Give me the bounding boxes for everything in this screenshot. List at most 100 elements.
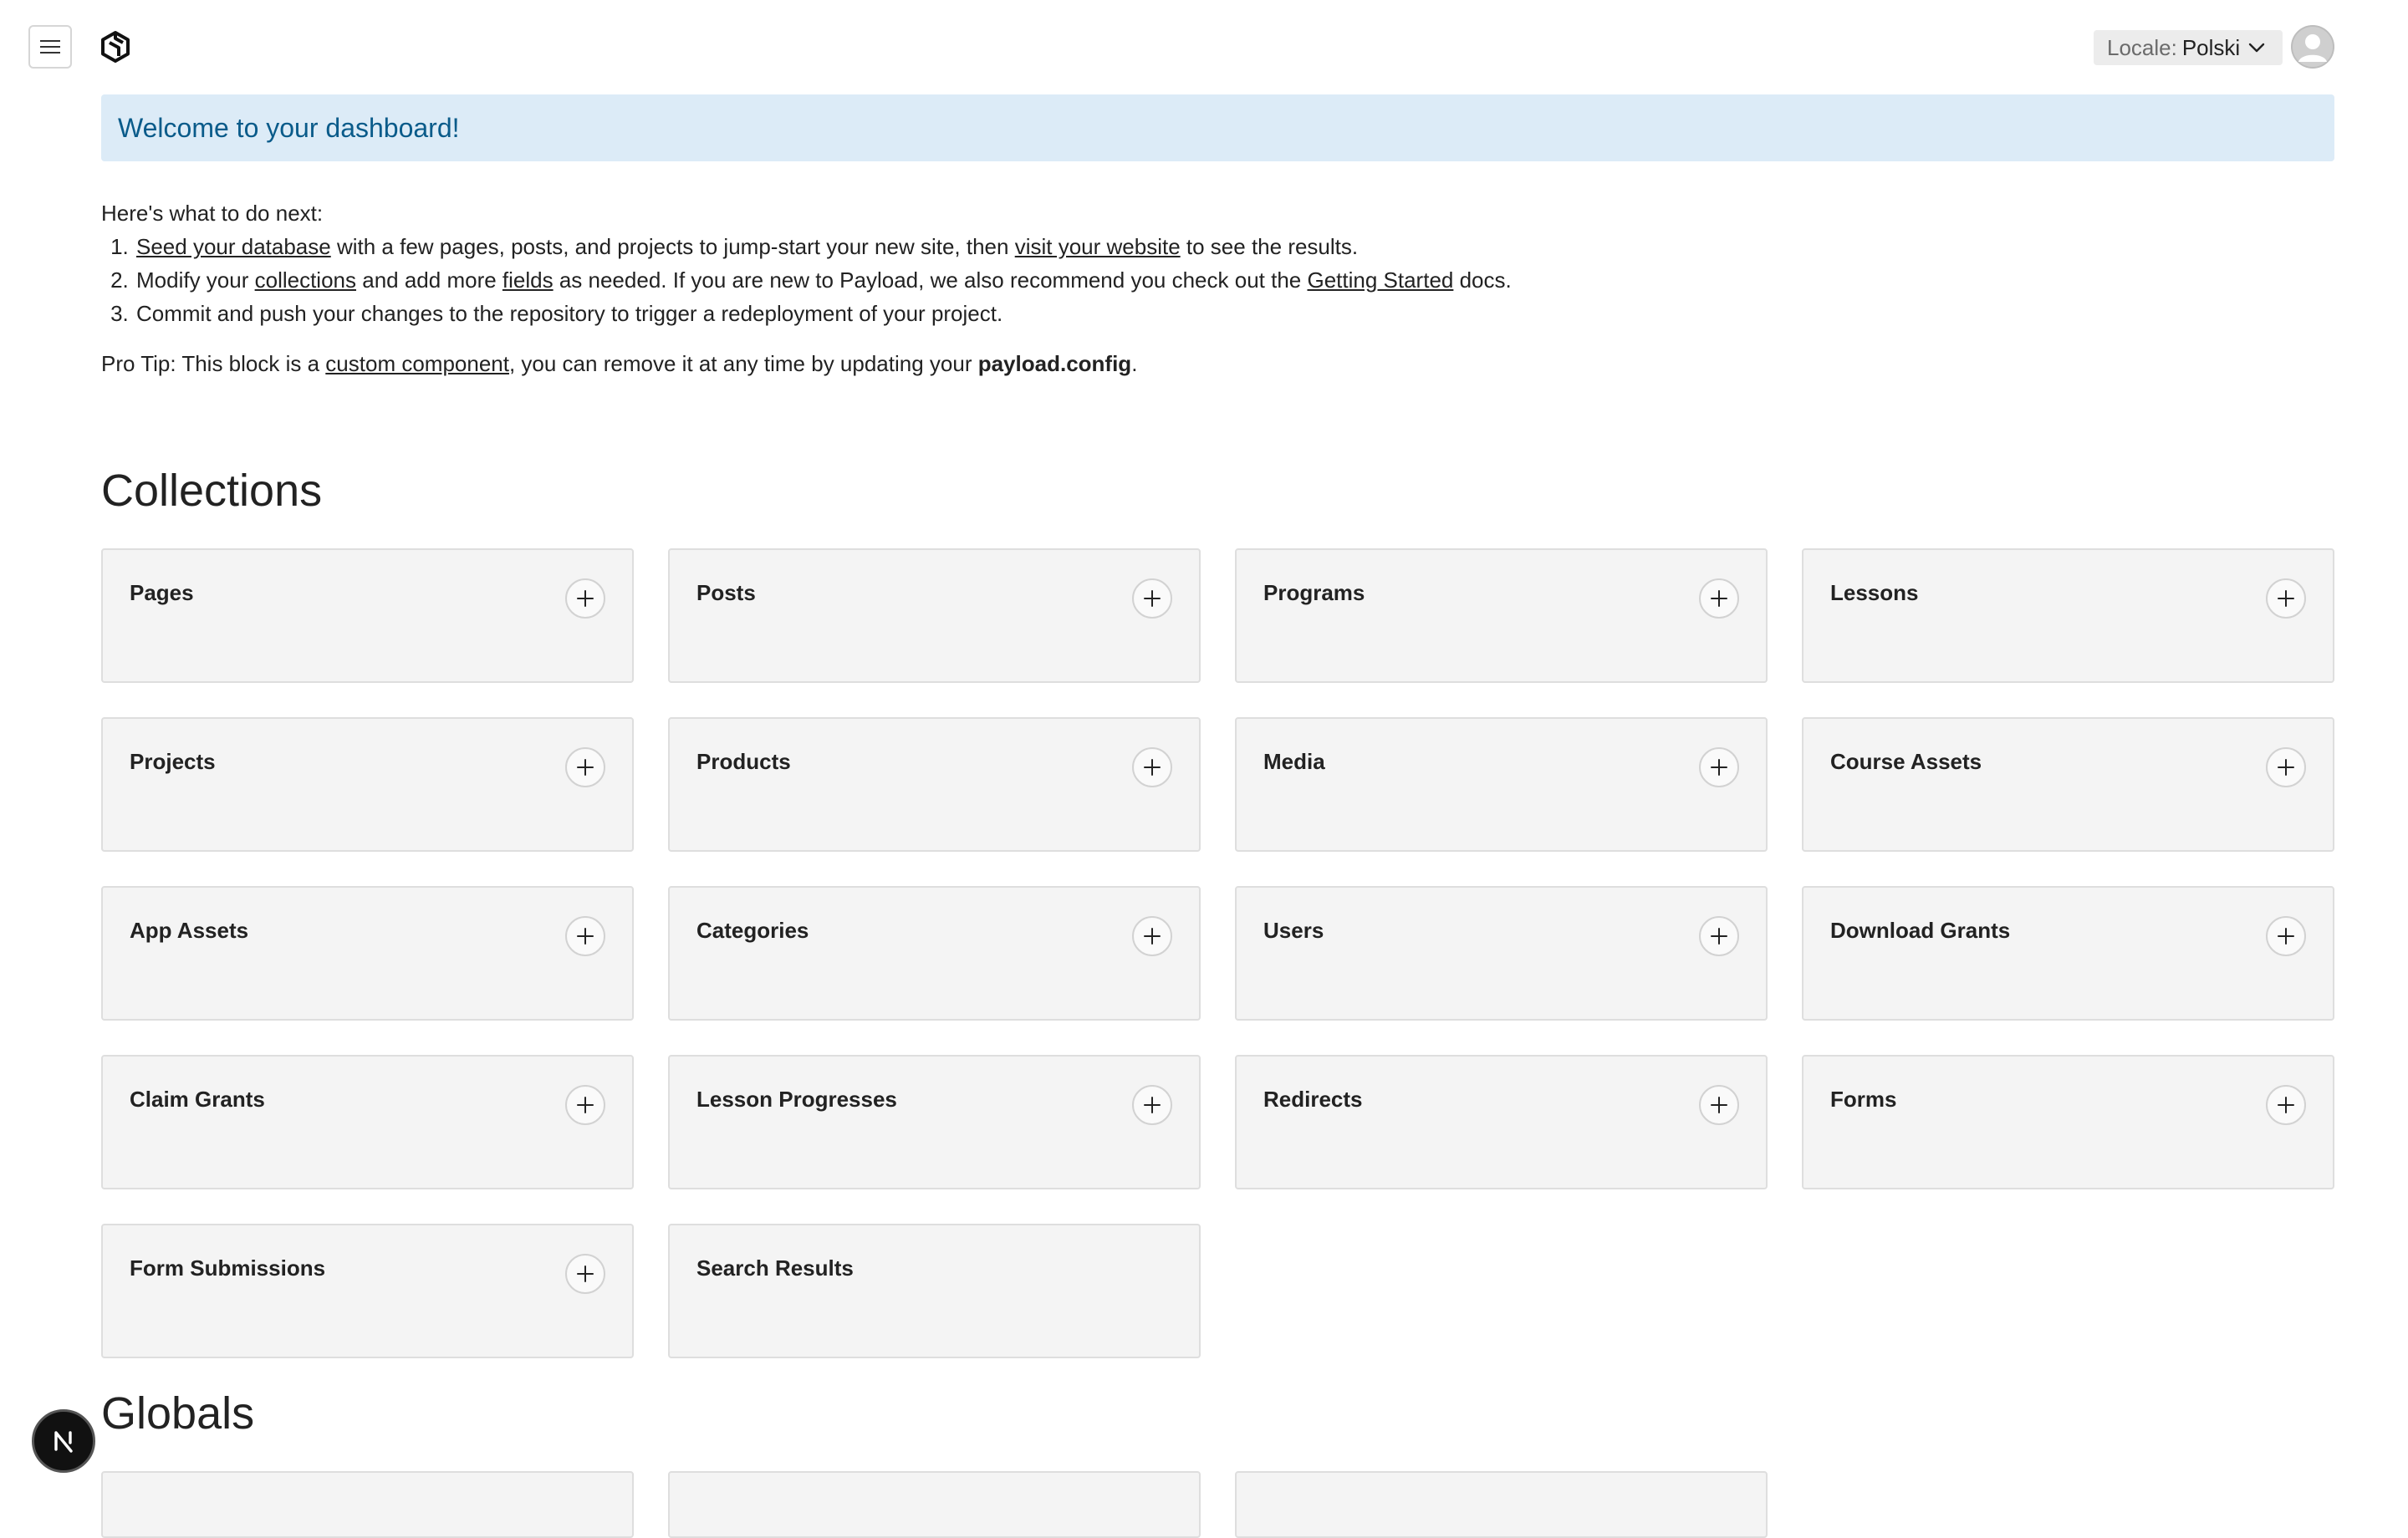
payload-logo-icon[interactable] (99, 30, 132, 64)
plus-icon (575, 926, 595, 946)
collection-card-title: Form Submissions (130, 1255, 326, 1281)
create-new-button[interactable] (1699, 1085, 1739, 1125)
globals-grid (101, 1471, 2334, 1538)
user-avatar[interactable] (2291, 25, 2334, 69)
plus-icon (575, 1095, 595, 1115)
instructions-steps: Seed your database with a few pages, pos… (101, 230, 2334, 330)
menu-toggle-button[interactable] (28, 25, 72, 69)
global-card[interactable] (101, 1471, 634, 1538)
collection-card-title: Programs (1263, 580, 1365, 605)
welcome-banner: Welcome to your dashboard! (101, 94, 2334, 161)
step1-text-2: to see the results. (1180, 234, 1359, 259)
instructions-intro: Here's what to do next: (101, 201, 324, 226)
collection-card-title: Course Assets (1830, 749, 1982, 774)
protip-text-1: Pro Tip: This block is a (101, 351, 326, 376)
collection-card[interactable]: Projects (101, 717, 634, 852)
plus-icon (575, 588, 595, 609)
collection-card-title: Projects (130, 749, 216, 774)
collection-card[interactable]: Categories (668, 886, 1201, 1021)
pro-tip: Pro Tip: This block is a custom componen… (101, 347, 2334, 380)
custom-component-link[interactable]: custom component (325, 351, 509, 376)
nextjs-dev-badge[interactable] (32, 1409, 95, 1473)
step3-text-1: Commit and push your changes to the repo… (136, 301, 1003, 326)
create-new-button[interactable] (1699, 916, 1739, 956)
plus-icon (1142, 1095, 1162, 1115)
collection-card[interactable]: App Assets (101, 886, 634, 1021)
collection-card[interactable]: Products (668, 717, 1201, 852)
collection-card[interactable]: Media (1235, 717, 1768, 852)
protip-text-3: . (1131, 351, 1138, 376)
fields-link[interactable]: fields (503, 267, 554, 293)
plus-icon (2276, 757, 2296, 777)
locale-value: Polski (2181, 34, 2241, 60)
collection-card-title: Forms (1830, 1087, 1897, 1112)
collection-card[interactable]: Pages (101, 548, 634, 683)
create-new-button[interactable] (565, 578, 605, 619)
create-new-button[interactable] (565, 916, 605, 956)
create-new-button[interactable] (565, 747, 605, 787)
plus-icon (1142, 588, 1162, 609)
collection-card[interactable]: Programs (1235, 548, 1768, 683)
seed-database-link[interactable]: Seed your database (136, 234, 331, 259)
collection-card[interactable]: Lesson Progresses (668, 1055, 1201, 1189)
create-new-button[interactable] (565, 1254, 605, 1294)
collection-card[interactable]: Download Grants (1802, 886, 2334, 1021)
create-new-button[interactable] (2266, 578, 2306, 619)
step2-text-2: and add more (356, 267, 503, 293)
hamburger-icon (40, 39, 60, 54)
collection-card[interactable]: Claim Grants (101, 1055, 634, 1189)
create-new-button[interactable] (1699, 747, 1739, 787)
globals-heading: Globals (101, 1388, 255, 1439)
plus-icon (1142, 926, 1162, 946)
create-new-button[interactable] (1132, 1085, 1172, 1125)
collection-card-title: Download Grants (1830, 918, 2011, 943)
instructions-block: Here's what to do next: Seed your databa… (101, 196, 2334, 380)
collections-heading: Collections (101, 466, 323, 516)
plus-icon (1142, 757, 1162, 777)
collection-card-title: Claim Grants (130, 1087, 265, 1112)
welcome-title: Welcome to your dashboard! (118, 112, 460, 143)
payload-config-text: payload.config (977, 351, 1132, 376)
collection-card[interactable]: Search Results (668, 1224, 1201, 1358)
plus-icon (575, 757, 595, 777)
plus-icon (2276, 926, 2296, 946)
global-card[interactable] (1235, 1471, 1768, 1538)
create-new-button[interactable] (1132, 916, 1172, 956)
collection-card-title: Lessons (1830, 580, 1919, 605)
collections-link[interactable]: collections (255, 267, 356, 293)
create-new-button[interactable] (2266, 1085, 2306, 1125)
collection-card[interactable]: Posts (668, 548, 1201, 683)
plus-icon (1709, 926, 1729, 946)
create-new-button[interactable] (565, 1085, 605, 1125)
visit-website-link[interactable]: visit your website (1015, 234, 1181, 259)
plus-icon (2276, 588, 2296, 609)
collection-card[interactable]: Form Submissions (101, 1224, 634, 1358)
create-new-button[interactable] (2266, 747, 2306, 787)
plus-icon (1709, 1095, 1729, 1115)
collection-card-title: Search Results (696, 1255, 854, 1281)
step1-text-1: with a few pages, posts, and projects to… (330, 234, 1015, 259)
collection-card[interactable]: Forms (1802, 1055, 2334, 1189)
collection-card-title: Categories (696, 918, 809, 943)
plus-icon (2276, 1095, 2296, 1115)
collection-card-title: Media (1263, 749, 1325, 774)
collection-card[interactable]: Course Assets (1802, 717, 2334, 852)
user-avatar-icon (2291, 25, 2334, 69)
collection-card-title: Users (1263, 918, 1324, 943)
step2-text-3: as needed. If you are new to Payload, we… (553, 267, 1308, 293)
collection-card[interactable]: Lessons (1802, 548, 2334, 683)
plus-icon (1709, 588, 1729, 609)
create-new-button[interactable] (1132, 578, 1172, 619)
nextjs-logo-icon (54, 1431, 73, 1453)
getting-started-link[interactable]: Getting Started (1307, 267, 1453, 293)
create-new-button[interactable] (1132, 747, 1172, 787)
step2-text-1: Modify your (136, 267, 255, 293)
locale-selector[interactable]: Locale: Polski (2094, 30, 2283, 65)
step2-text-4: docs. (1453, 267, 1512, 293)
create-new-button[interactable] (2266, 916, 2306, 956)
collection-card-title: Posts (696, 580, 756, 605)
collection-card[interactable]: Users (1235, 886, 1768, 1021)
create-new-button[interactable] (1699, 578, 1739, 619)
collection-card[interactable]: Redirects (1235, 1055, 1768, 1189)
global-card[interactable] (668, 1471, 1201, 1538)
